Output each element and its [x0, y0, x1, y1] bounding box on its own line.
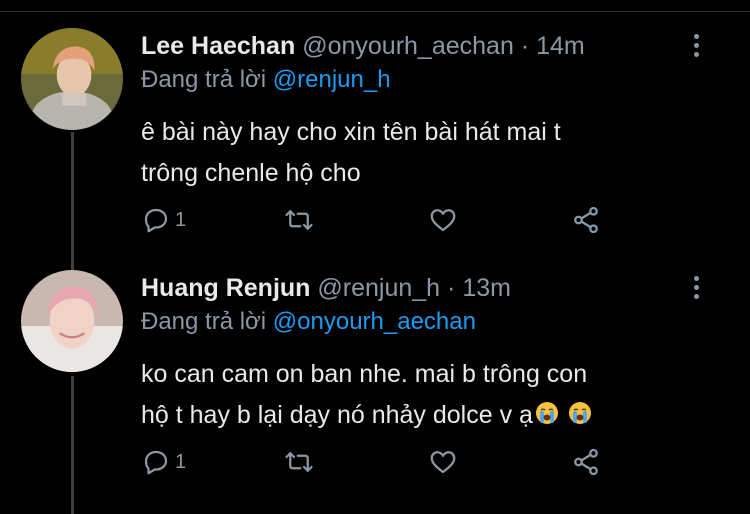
more-options-icon[interactable] [686, 34, 706, 64]
reply-count: 1 [175, 208, 187, 231]
tweet-text-line: ko can cam on ban nhe. mai b trông con [141, 360, 588, 388]
tweet-header: Huang Renjun @renjun_h · 13m [141, 272, 511, 304]
like-button[interactable] [428, 446, 458, 478]
action-bar: 1 [141, 446, 621, 478]
replying-to: Đang trả lời @renjun_h [141, 66, 391, 94]
replying-to: Đang trả lời @onyourh_aechan [141, 308, 476, 336]
loudly-crying-face-emoji [568, 402, 591, 424]
thread-connector-line [71, 132, 74, 272]
retweet-button[interactable] [284, 446, 314, 478]
like-button[interactable] [428, 204, 458, 236]
reply-button[interactable]: 1 [141, 446, 186, 478]
tweet-header: Lee Haechan @onyourh_aechan · 14m [141, 30, 585, 62]
timestamp[interactable]: 14m [536, 32, 585, 60]
separator-dot: · [520, 32, 530, 60]
user-handle[interactable]: @onyourh_aechan [302, 32, 514, 60]
avatar[interactable] [21, 270, 123, 372]
loudly-crying-face-emoji [535, 402, 558, 424]
tweet-text-line: hộ t hay b lại dạy nó nhảy dolce v ạ [141, 401, 533, 429]
separator-dot: · [447, 274, 456, 302]
tweet-text-line: ê bài này hay cho xin tên bài hát mai t [141, 118, 561, 146]
reply-button[interactable]: 1 [141, 204, 186, 236]
reply-count: 1 [175, 450, 187, 473]
display-name[interactable]: Huang Renjun [141, 274, 310, 302]
tweet-text-line: trông chenle hộ cho [141, 159, 361, 187]
retweet-icon [285, 452, 313, 472]
share-icon [574, 206, 598, 234]
heart-icon [430, 451, 456, 474]
more-options-icon[interactable] [686, 276, 706, 306]
reply-icon [144, 450, 168, 475]
mention-link[interactable]: @renjun_h [273, 66, 391, 93]
avatar[interactable] [21, 28, 123, 130]
retweet-button[interactable] [284, 204, 314, 236]
top-divider [0, 0, 750, 12]
heart-icon [430, 209, 456, 232]
thread-connector-line [71, 376, 74, 514]
display-name[interactable]: Lee Haechan [141, 32, 295, 60]
mention-link[interactable]: @onyourh_aechan [273, 308, 476, 335]
tweet-text: ê bài này hay cho xin tên bài hát mai t … [141, 112, 731, 194]
action-bar: 1 [141, 204, 621, 236]
share-button[interactable] [571, 446, 601, 478]
replying-prefix: Đang trả lời [141, 66, 267, 93]
share-icon [574, 448, 598, 476]
retweet-icon [285, 210, 313, 230]
replying-prefix: Đang trả lời [141, 308, 267, 335]
reply-icon [144, 208, 168, 233]
timestamp[interactable]: 13m [462, 274, 511, 302]
tweet-text: ko can cam on ban nhe. mai b trông con h… [141, 354, 731, 436]
tweet-text-line-2: hộ t hay b lại dạy nó nhảy dolce v ạ [141, 395, 731, 436]
user-handle[interactable]: @renjun_h [317, 274, 440, 302]
share-button[interactable] [571, 204, 601, 236]
